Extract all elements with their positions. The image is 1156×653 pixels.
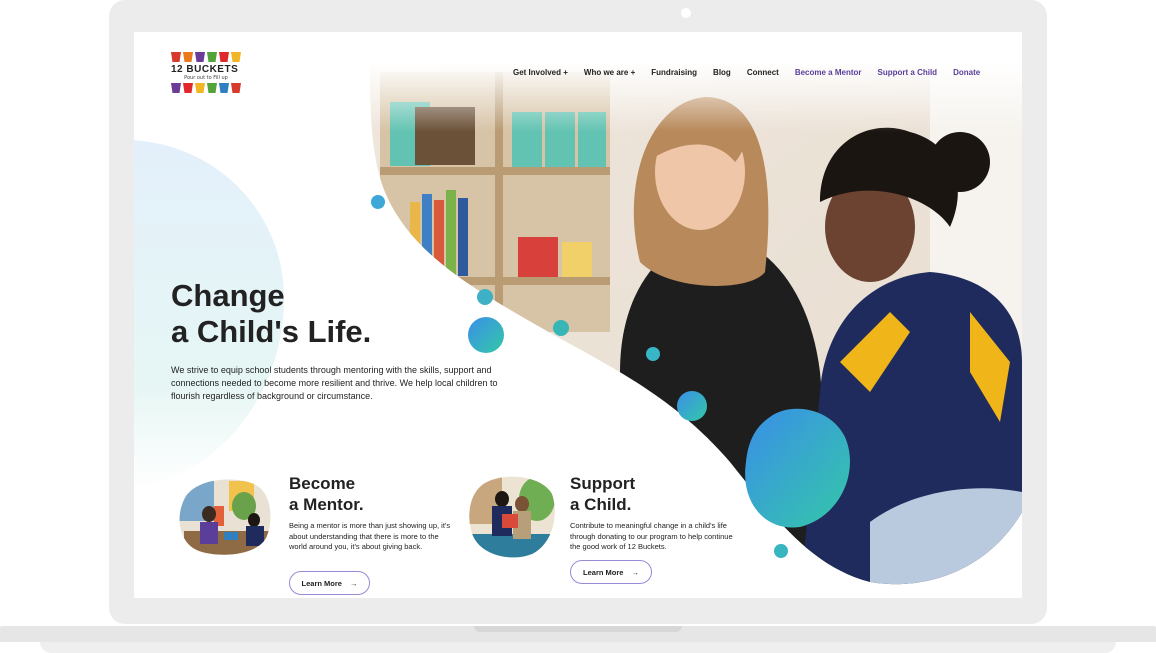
- laptop-notch: [474, 626, 682, 632]
- logo-bucket-icon: [219, 83, 229, 93]
- logo-bucket-icon: [171, 52, 181, 62]
- logo-bucket-icon: [231, 83, 241, 93]
- nav-connect[interactable]: Connect: [747, 68, 779, 77]
- nav-donate[interactable]: Donate: [953, 68, 980, 77]
- support-title-line2: a Child.: [570, 495, 632, 514]
- support-card-description: Contribute to meaningful change in a chi…: [570, 521, 733, 551]
- hero-title-line1: Change: [171, 278, 285, 313]
- mentor-card-description: Being a mentor is more than just showing…: [289, 521, 451, 551]
- logo-bucket-icon: [219, 52, 229, 62]
- hero-description: We strive to equip school students throu…: [171, 365, 498, 401]
- mentor-card-title: Become a Mentor.: [289, 473, 449, 515]
- logo-buckets-top: [171, 52, 245, 62]
- logo-tagline: Pour out to Fill up: [184, 75, 228, 81]
- nav-get-involved[interactable]: Get Involved +: [513, 68, 568, 77]
- mentor-card-image: [174, 476, 274, 556]
- logo-buckets-bottom: [171, 83, 245, 93]
- main-nav: Get Involved + Who we are + Fundraising …: [513, 68, 980, 77]
- nav-fundraising[interactable]: Fundraising: [651, 68, 697, 77]
- laptop-foot: [40, 642, 1116, 653]
- camera-dot: [681, 8, 691, 18]
- nav-blog[interactable]: Blog: [713, 68, 731, 77]
- logo-bucket-icon: [207, 83, 217, 93]
- support-card-title: Support a Child.: [570, 473, 730, 515]
- hero-title-line2: a Child's Life.: [171, 314, 372, 349]
- mentor-title-line2: a Mentor.: [289, 495, 364, 514]
- logo-bucket-icon: [195, 83, 205, 93]
- logo-bucket-icon: [207, 52, 217, 62]
- mentor-learn-more-label: Learn More: [301, 578, 342, 588]
- support-learn-more-label: Learn More: [583, 567, 624, 577]
- mentor-title-line1: Become: [289, 474, 356, 493]
- logo-name: 12 BUCKETS: [171, 64, 239, 75]
- hero-title: Change a Child's Life.: [171, 278, 431, 350]
- logo-bucket-icon: [183, 83, 193, 93]
- logo-bucket-icon: [195, 52, 205, 62]
- nav-become-mentor[interactable]: Become a Mentor: [795, 68, 862, 77]
- logo-bucket-icon: [183, 52, 193, 62]
- support-card-image: [467, 474, 557, 560]
- nav-who-we-are[interactable]: Who we are +: [584, 68, 635, 77]
- support-learn-more-button[interactable]: Learn More →: [570, 560, 652, 584]
- support-title-line1: Support: [570, 474, 636, 493]
- logo-bucket-icon: [231, 52, 241, 62]
- arrow-right-icon: →: [631, 567, 639, 577]
- logo-bucket-icon: [171, 83, 181, 93]
- nav-support-child[interactable]: Support a Child: [878, 68, 938, 77]
- arrow-right-icon: →: [349, 578, 358, 588]
- mentor-learn-more-button[interactable]: Learn More →: [289, 571, 370, 595]
- site-logo[interactable]: 12 BUCKETS Pour out to Fill up: [171, 52, 245, 94]
- website-screen: 12 BUCKETS Pour out to Fill up Get Invol…: [134, 32, 1022, 598]
